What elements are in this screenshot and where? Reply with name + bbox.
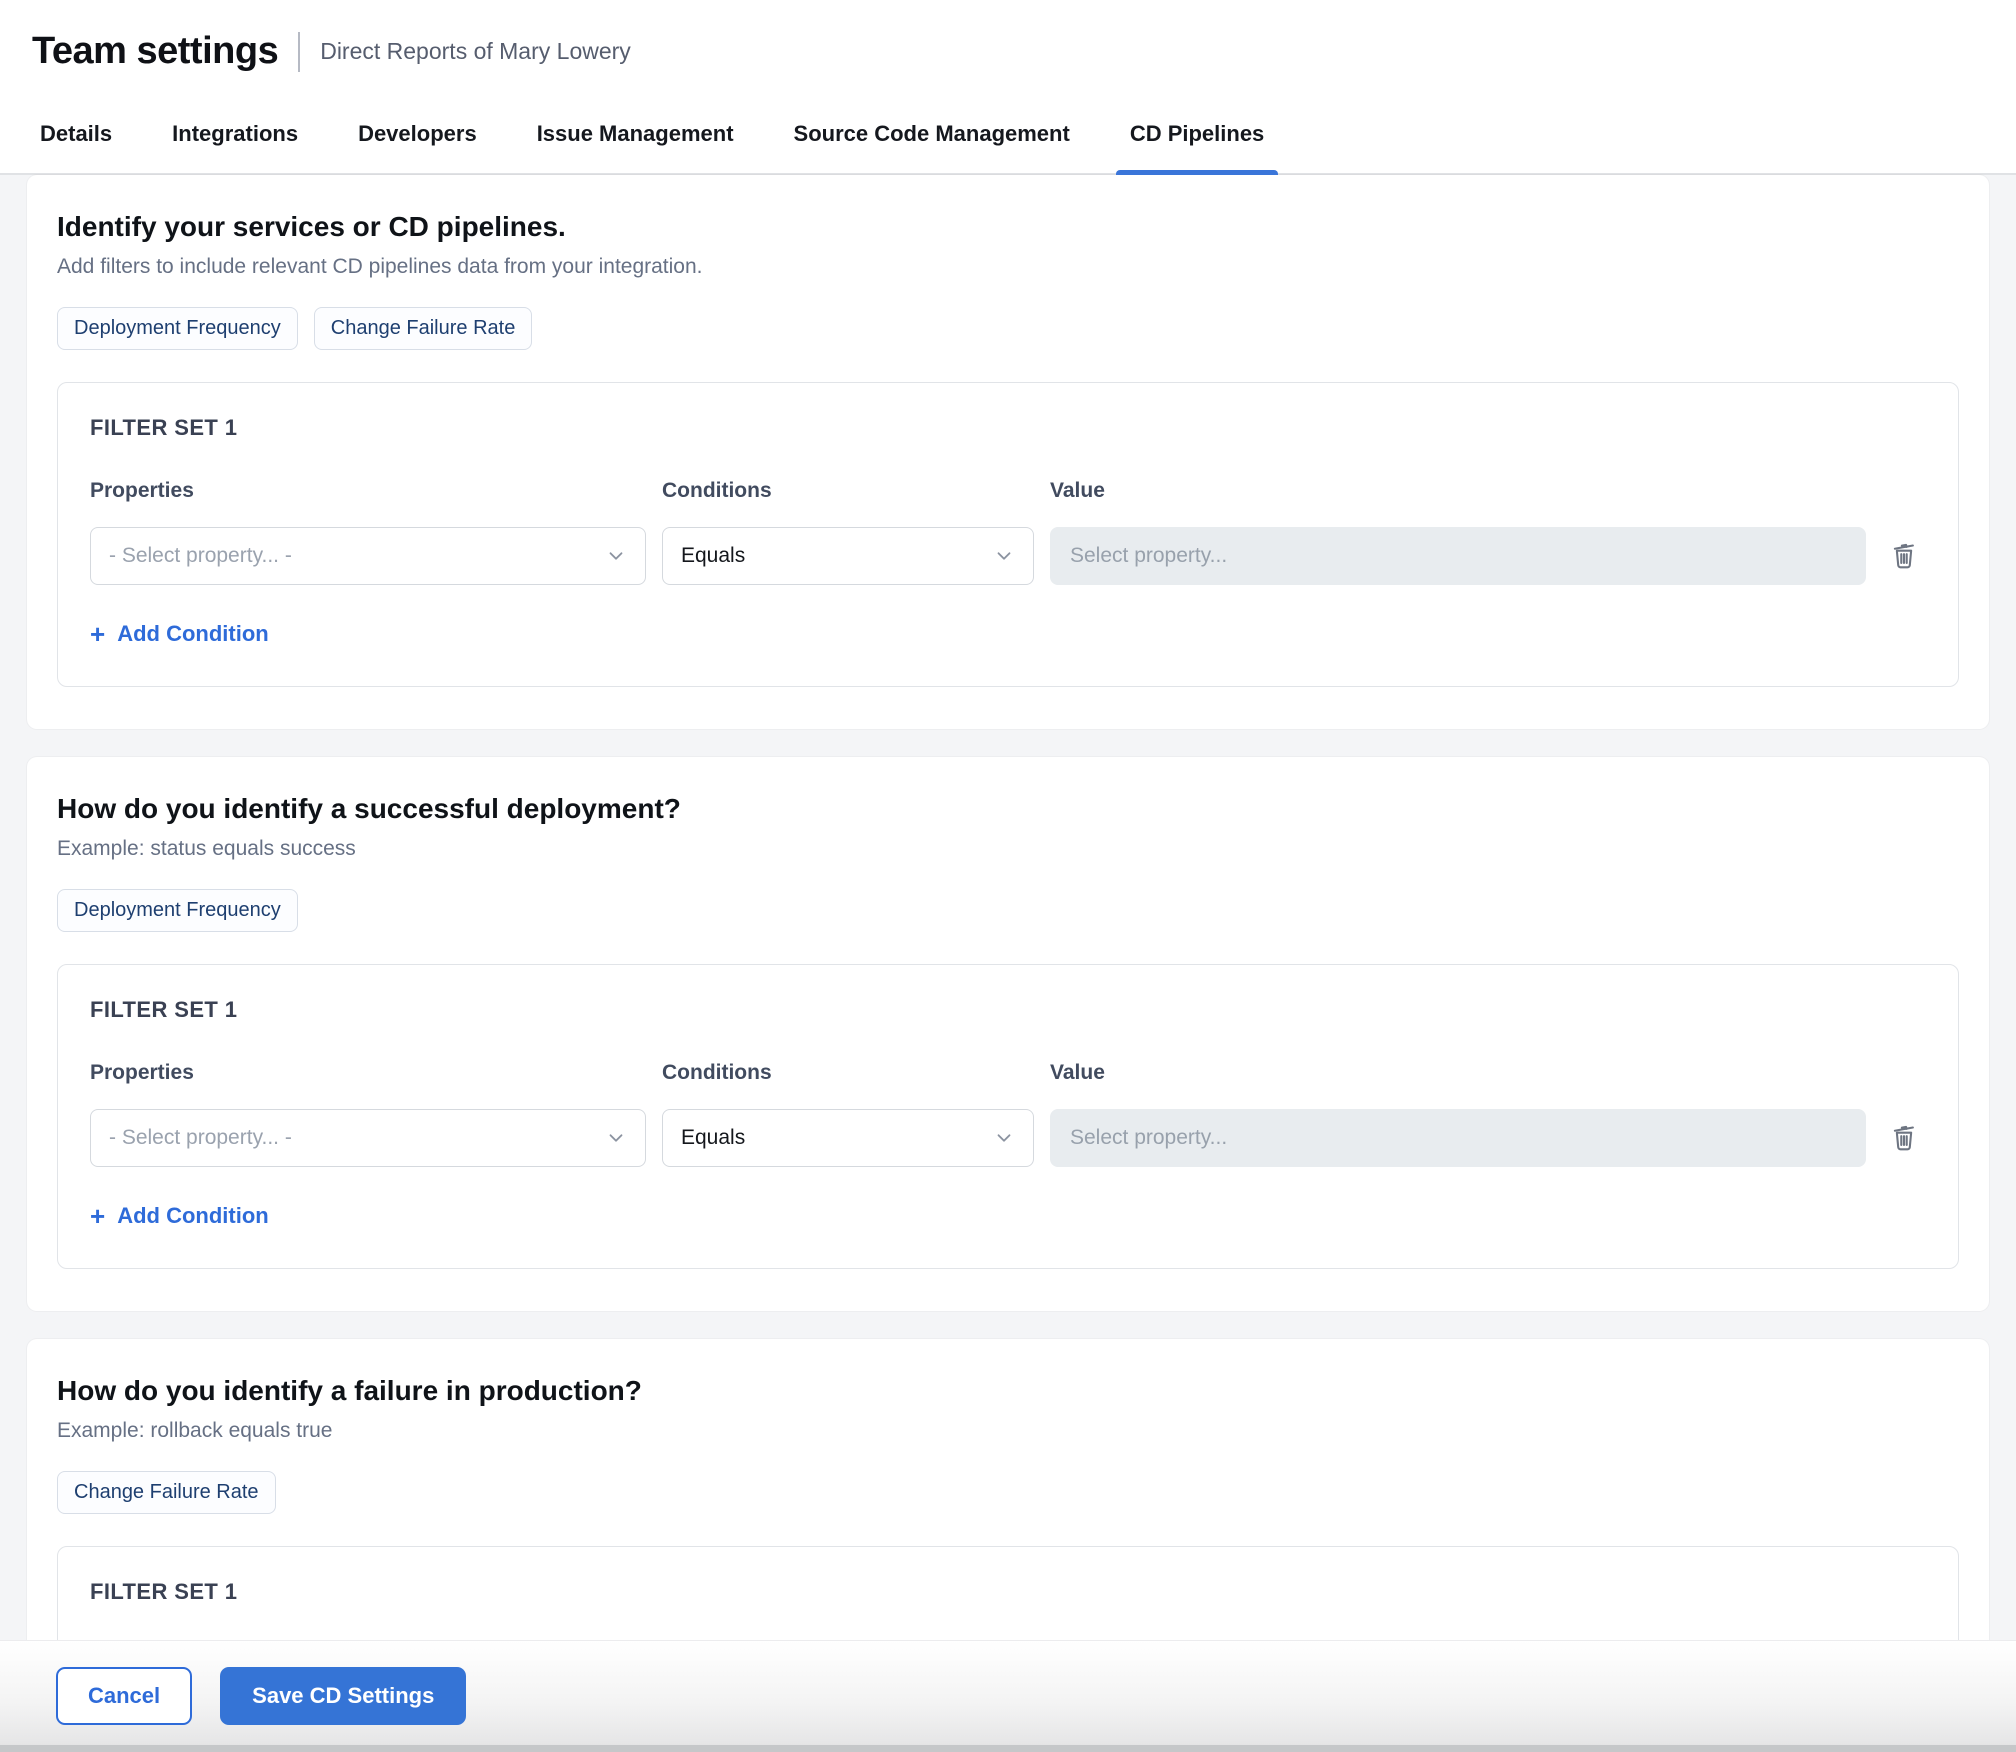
filter-set-title: FILTER SET 1 (90, 415, 1926, 441)
property-select[interactable]: - Select property... - (90, 1109, 646, 1167)
page-subtitle: Direct Reports of Mary Lowery (320, 38, 631, 65)
title-divider (298, 32, 300, 72)
main-content: Identify your services or CD pipelines. … (0, 175, 2016, 1752)
property-select-placeholder: - Select property... - (109, 544, 292, 568)
footer-bottom-strip (0, 1745, 2016, 1752)
add-condition-button[interactable]: + Add Condition (90, 621, 269, 647)
filter-set-title: FILTER SET 1 (90, 997, 1926, 1023)
filter-set-card: FILTER SET 1 Properties Conditions Value… (57, 964, 1959, 1269)
tab-details[interactable]: Details (40, 97, 112, 173)
add-condition-label: Add Condition (117, 621, 269, 647)
delete-condition-button[interactable] (1882, 527, 1926, 585)
section-identify-services: Identify your services or CD pipelines. … (27, 175, 1989, 729)
property-select[interactable]: - Select property... - (90, 527, 646, 585)
page-title: Team settings (32, 30, 278, 73)
chevron-down-icon (605, 545, 627, 567)
trash-icon (1889, 539, 1919, 574)
section-heading: Identify your services or CD pipelines. (57, 211, 1959, 243)
delete-condition-button[interactable] (1882, 1109, 1926, 1167)
properties-label: Properties (90, 479, 646, 503)
chevron-down-icon (993, 1127, 1015, 1149)
tab-developers[interactable]: Developers (358, 97, 477, 173)
tab-cd-pipelines[interactable]: CD Pipelines (1130, 97, 1264, 173)
filter-controls-row: - Select property... - Equals (90, 1109, 1926, 1167)
cancel-button[interactable]: Cancel (56, 1667, 192, 1725)
add-condition-button[interactable]: + Add Condition (90, 1203, 269, 1229)
badge-change-failure-rate: Change Failure Rate (57, 1471, 276, 1514)
section-successful-deployment: How do you identify a successful deploym… (27, 757, 1989, 1311)
team-settings-page: Team settings Direct Reports of Mary Low… (0, 0, 2016, 1752)
property-select-placeholder: - Select property... - (109, 1126, 292, 1150)
value-field-wrap (1050, 527, 1866, 585)
add-condition-label: Add Condition (117, 1203, 269, 1229)
condition-select-value: Equals (681, 544, 745, 568)
value-label: Value (1050, 1061, 1866, 1085)
conditions-label: Conditions (662, 479, 1034, 503)
plus-icon: + (90, 621, 105, 647)
filter-labels-row: Properties Conditions Value (90, 1061, 1926, 1085)
tab-issue-management[interactable]: Issue Management (537, 97, 734, 173)
badge-deployment-frequency: Deployment Frequency (57, 307, 298, 350)
filter-labels-row: Properties Conditions Value (90, 479, 1926, 503)
chevron-down-icon (993, 545, 1015, 567)
trash-icon (1889, 1121, 1919, 1156)
properties-label: Properties (90, 1061, 646, 1085)
badge-row: Deployment Frequency Change Failure Rate (57, 307, 1959, 350)
filter-controls-row: - Select property... - Equals (90, 527, 1926, 585)
value-field-wrap (1050, 1109, 1866, 1167)
condition-select-value: Equals (681, 1126, 745, 1150)
footer-buttons: Cancel Save CD Settings (0, 1641, 2016, 1725)
value-label: Value (1050, 479, 1866, 503)
section-heading: How do you identify a successful deploym… (57, 793, 1959, 825)
condition-select[interactable]: Equals (662, 527, 1034, 585)
filter-set-title: FILTER SET 1 (90, 1579, 1926, 1605)
value-input[interactable] (1050, 527, 1866, 585)
badge-row: Deployment Frequency (57, 889, 1959, 932)
badge-deployment-frequency: Deployment Frequency (57, 889, 298, 932)
footer-bar: Cancel Save CD Settings (0, 1640, 2016, 1752)
value-input[interactable] (1050, 1109, 1866, 1167)
condition-select[interactable]: Equals (662, 1109, 1034, 1167)
section-subtext: Example: rollback equals true (57, 1419, 1959, 1443)
tab-bar: Details Integrations Developers Issue Ma… (0, 97, 2016, 175)
conditions-label: Conditions (662, 1061, 1034, 1085)
badge-row: Change Failure Rate (57, 1471, 1959, 1514)
chevron-down-icon (605, 1127, 627, 1149)
section-subtext: Example: status equals success (57, 837, 1959, 861)
section-heading: How do you identify a failure in product… (57, 1375, 1959, 1407)
page-header: Team settings Direct Reports of Mary Low… (0, 0, 2016, 97)
save-cd-settings-button[interactable]: Save CD Settings (220, 1667, 466, 1725)
section-subtext: Add filters to include relevant CD pipel… (57, 255, 1959, 279)
tab-integrations[interactable]: Integrations (172, 97, 298, 173)
tab-source-code-management[interactable]: Source Code Management (794, 97, 1070, 173)
plus-icon: + (90, 1203, 105, 1229)
filter-set-card: FILTER SET 1 Properties Conditions Value… (57, 382, 1959, 687)
badge-change-failure-rate: Change Failure Rate (314, 307, 533, 350)
